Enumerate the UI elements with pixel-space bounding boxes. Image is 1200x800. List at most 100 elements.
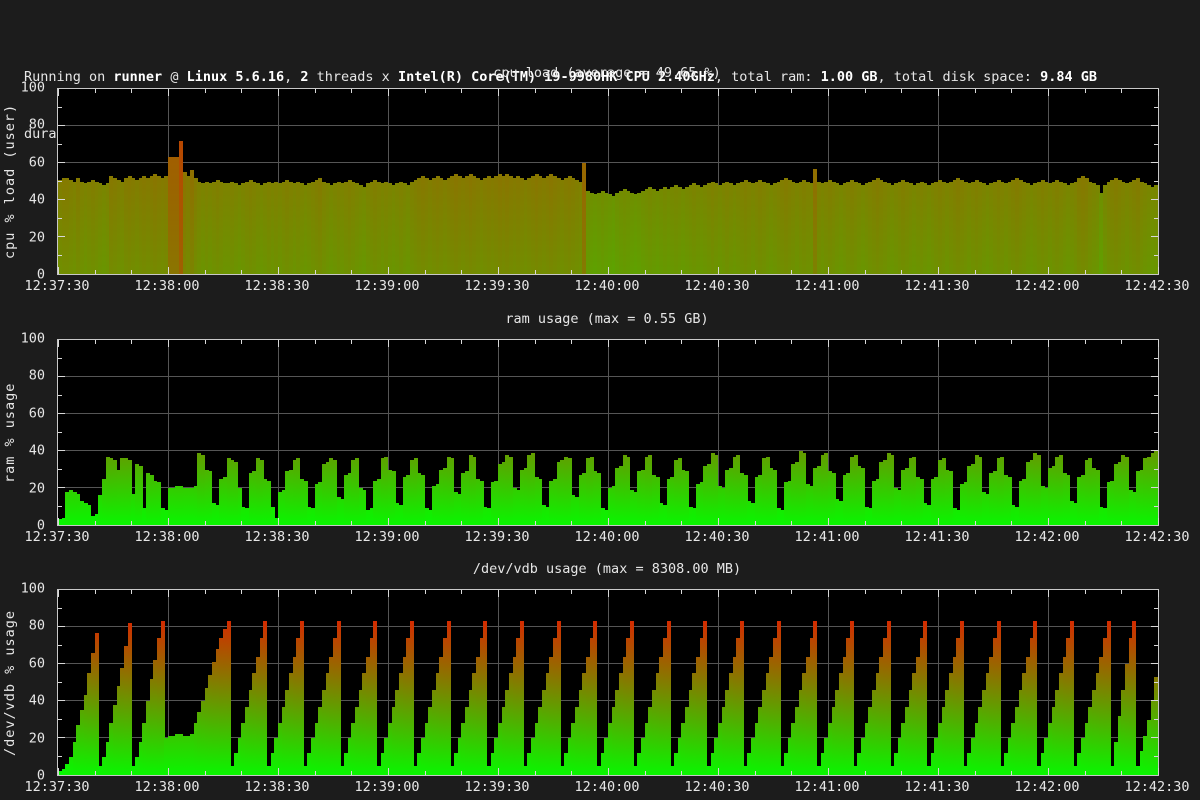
x-tick-label: 12:39:30 — [464, 779, 529, 795]
monitoring-dashboard: Running on runner @ Linux 5.6.16, 2 thre… — [0, 0, 1200, 800]
x-tick-label: 12:40:00 — [574, 278, 639, 294]
bar — [887, 621, 891, 775]
tick-mark — [1158, 89, 1159, 96]
bar-series — [58, 590, 1158, 775]
bar — [1070, 621, 1074, 775]
x-tick-label: 12:41:30 — [904, 278, 969, 294]
bar — [1107, 621, 1111, 775]
y-tick-label: 60 — [29, 407, 45, 420]
bar — [300, 621, 304, 775]
y-tick-label: 20 — [29, 231, 45, 244]
bar-series — [58, 89, 1158, 274]
chart-title: cpu load (average = 49.65 %) — [57, 65, 1157, 81]
x-tick-label: 12:41:30 — [904, 529, 969, 545]
bar — [128, 623, 132, 775]
x-tick-label: 12:41:30 — [904, 779, 969, 795]
y-tick-label: 20 — [29, 732, 45, 745]
disk-usage-chart: /dev/vdb usage (max = 8308.00 MB) /dev/v… — [0, 561, 1200, 800]
bar — [997, 621, 1001, 775]
bar — [667, 621, 671, 775]
tick-mark — [1158, 768, 1159, 775]
y-tick-label: 20 — [29, 482, 45, 495]
bar — [483, 621, 487, 775]
y-tick-label: 100 — [21, 583, 45, 596]
bar — [410, 621, 414, 775]
plot-area — [57, 339, 1159, 526]
x-tick-label: 12:38:30 — [244, 779, 309, 795]
y-tick-label: 80 — [29, 119, 45, 132]
bar — [263, 621, 267, 775]
y-tick-label: 100 — [21, 333, 45, 346]
x-tick-label: 12:42:30 — [1124, 529, 1189, 545]
y-axis-tick-labels: 020406080100 — [0, 339, 51, 526]
x-tick-label: 12:38:00 — [134, 779, 199, 795]
y-axis-tick-labels: 020406080100 — [0, 88, 51, 275]
x-axis-tick-labels: 12:37:3012:38:0012:38:3012:39:0012:39:30… — [57, 529, 1157, 545]
x-tick-label: 12:40:30 — [684, 278, 749, 294]
x-tick-label: 12:40:30 — [684, 529, 749, 545]
chart-title: /dev/vdb usage (max = 8308.00 MB) — [57, 561, 1157, 577]
x-tick-label: 12:38:00 — [134, 278, 199, 294]
x-tick-label: 12:40:00 — [574, 529, 639, 545]
bar — [777, 621, 781, 775]
bar-series — [58, 340, 1158, 525]
bar — [1154, 677, 1158, 775]
bar — [227, 621, 231, 775]
y-tick-label: 60 — [29, 657, 45, 670]
y-tick-label: 40 — [29, 445, 45, 458]
tick-mark — [1158, 590, 1159, 597]
bar — [740, 621, 744, 775]
x-tick-label: 12:37:30 — [24, 779, 89, 795]
x-tick-label: 12:37:30 — [24, 529, 89, 545]
bar — [520, 621, 524, 775]
tick-mark — [1158, 518, 1159, 525]
x-tick-label: 12:42:00 — [1014, 779, 1079, 795]
y-tick-label: 40 — [29, 695, 45, 708]
x-tick-label: 12:42:30 — [1124, 779, 1189, 795]
bar — [373, 621, 377, 775]
ram-usage-chart: ram usage (max = 0.55 GB) ram % usage 02… — [0, 311, 1200, 557]
x-tick-label: 12:39:00 — [354, 779, 419, 795]
tick-mark — [1158, 267, 1159, 274]
y-tick-label: 80 — [29, 620, 45, 633]
bar — [1033, 621, 1037, 775]
bar — [95, 633, 99, 775]
bar — [447, 621, 451, 775]
x-tick-label: 12:40:30 — [684, 779, 749, 795]
bar — [923, 621, 927, 775]
bar — [1154, 451, 1158, 525]
bar — [593, 621, 597, 775]
x-tick-label: 12:40:00 — [574, 779, 639, 795]
y-tick-label: 60 — [29, 156, 45, 169]
y-tick-label: 80 — [29, 370, 45, 383]
y-tick-label: 40 — [29, 194, 45, 207]
bar — [1154, 185, 1158, 274]
bar — [630, 621, 634, 775]
bar — [703, 621, 707, 775]
x-tick-label: 12:42:00 — [1014, 278, 1079, 294]
bar — [850, 621, 854, 775]
bar — [813, 621, 817, 775]
x-tick-label: 12:42:30 — [1124, 278, 1189, 294]
bar — [337, 621, 341, 775]
bar — [1132, 621, 1136, 775]
x-tick-label: 12:38:00 — [134, 529, 199, 545]
x-tick-label: 12:39:30 — [464, 529, 529, 545]
plot-area — [57, 88, 1159, 275]
x-tick-label: 12:39:00 — [354, 529, 419, 545]
x-tick-label: 12:38:30 — [244, 278, 309, 294]
x-tick-label: 12:41:00 — [794, 278, 859, 294]
cpu-load-chart: cpu load (average = 49.65 %) cpu % load … — [0, 65, 1200, 311]
y-tick-label: 100 — [21, 82, 45, 95]
x-tick-label: 12:41:00 — [794, 779, 859, 795]
x-tick-label: 12:38:30 — [244, 529, 309, 545]
x-tick-label: 12:39:30 — [464, 278, 529, 294]
x-tick-label: 12:42:00 — [1014, 529, 1079, 545]
tick-mark — [1158, 340, 1159, 347]
bar — [960, 621, 964, 775]
x-tick-label: 12:37:30 — [24, 278, 89, 294]
x-tick-label: 12:39:00 — [354, 278, 419, 294]
x-tick-label: 12:41:00 — [794, 529, 859, 545]
x-axis-tick-labels: 12:37:3012:38:0012:38:3012:39:0012:39:30… — [57, 278, 1157, 294]
x-axis-tick-labels: 12:37:3012:38:0012:38:3012:39:0012:39:30… — [57, 779, 1157, 795]
